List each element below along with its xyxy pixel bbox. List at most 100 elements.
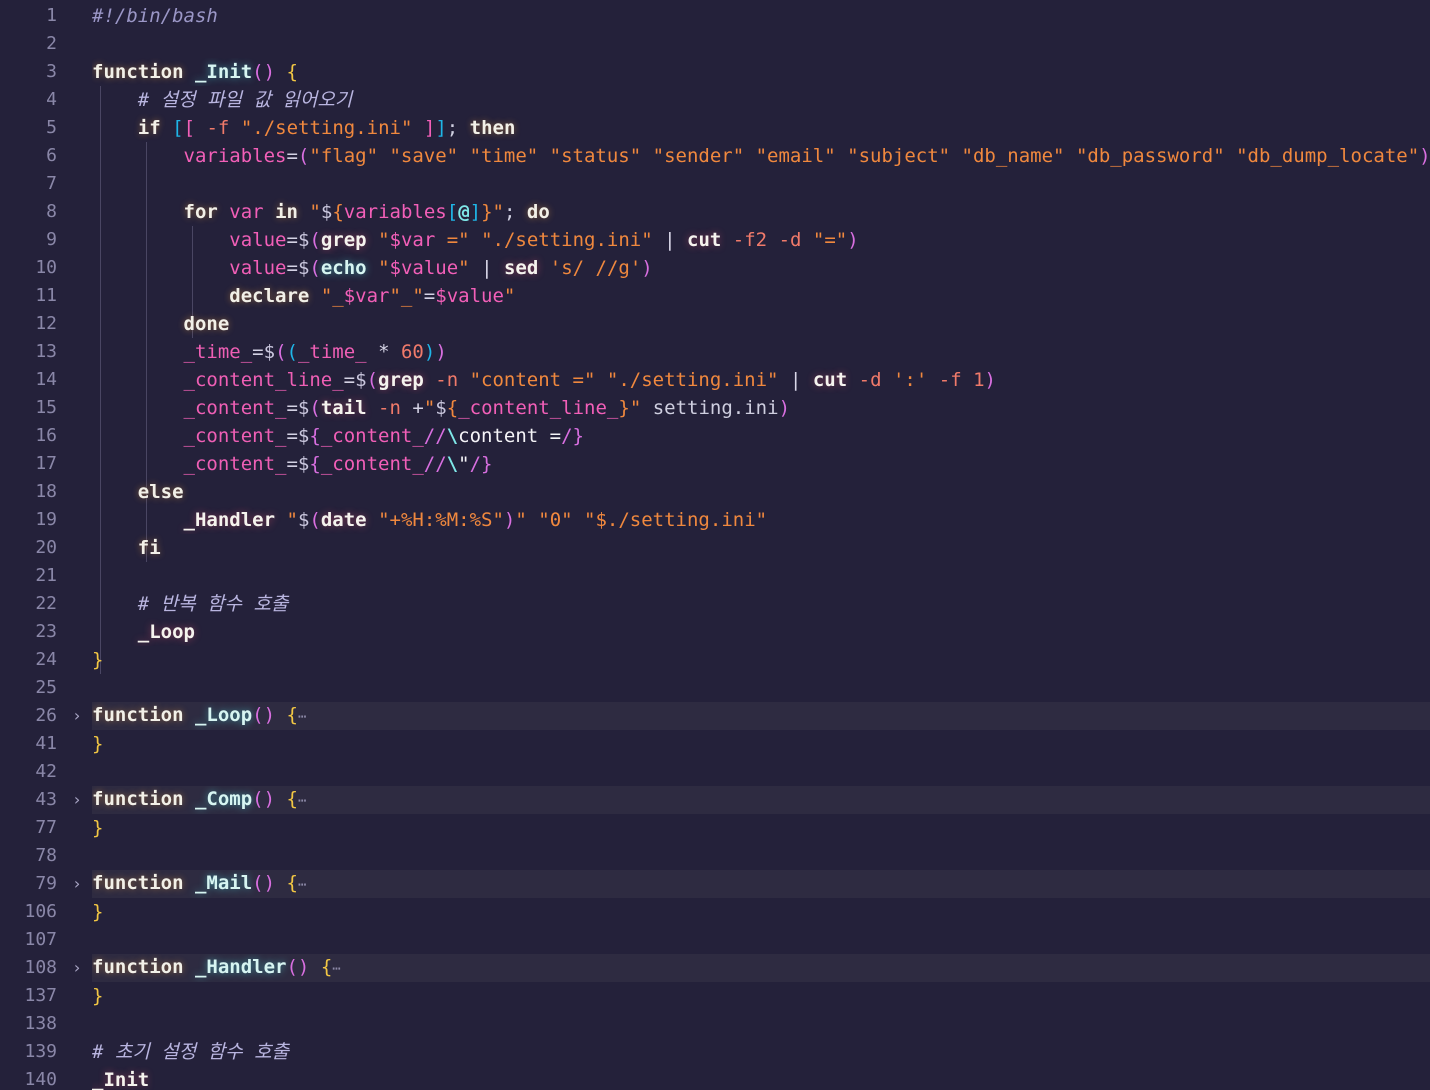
code-line[interactable]: 106 } — [0, 898, 1430, 926]
code-line[interactable]: 9 value=$(grep "$var =" "./setting.ini" … — [0, 226, 1430, 254]
code-line[interactable]: 11 declare "_$var"_"=$value" — [0, 282, 1430, 310]
fold-chevron-icon[interactable]: › — [62, 954, 92, 982]
line-content[interactable]: variables=("flag" "save" "time" "status"… — [92, 142, 1430, 170]
line-content[interactable]: function _Mail() {⋯ — [92, 870, 1430, 898]
code-line[interactable]: 20 fi — [0, 534, 1430, 562]
line-number: 13 — [35, 341, 57, 362]
line-content[interactable]: value=$(grep "$var =" "./setting.ini" | … — [92, 226, 1430, 254]
code-line[interactable]: 78 — [0, 842, 1430, 870]
fold-chevron-icon[interactable]: › — [62, 702, 92, 730]
line-content[interactable]: _content_=$(tail -n +"${_content_line_}"… — [92, 394, 1430, 422]
line-content[interactable]: _content_=${_content_//\content =/} — [92, 422, 1430, 450]
code-line[interactable]: 4 # 설정 파일 값 읽어오기 — [0, 86, 1430, 114]
code-line[interactable]: 15 _content_=$(tail -n +"${_content_line… — [0, 394, 1430, 422]
line-content[interactable] — [92, 562, 1430, 590]
code-line[interactable]: 137 } — [0, 982, 1430, 1010]
function-name-mail: _Mail — [194, 872, 253, 894]
line-content[interactable]: } — [92, 730, 1430, 758]
line-content[interactable] — [92, 1010, 1430, 1038]
line-content[interactable]: function _Comp() {⋯ — [92, 786, 1430, 814]
line-number: 140 — [24, 1069, 57, 1090]
code-line[interactable]: 24 } — [0, 646, 1430, 674]
fold-ellipsis-icon[interactable]: ⋯ — [298, 793, 307, 809]
line-number: 17 — [35, 453, 57, 474]
line-number: 138 — [24, 1013, 57, 1034]
code-line[interactable]: 7 — [0, 170, 1430, 198]
code-line[interactable]: 14 _content_line_=$(grep -n "content =" … — [0, 366, 1430, 394]
line-content[interactable]: for var in "${variables[@]}"; do — [92, 198, 1430, 226]
line-number: 16 — [35, 425, 57, 446]
line-content[interactable] — [92, 758, 1430, 786]
line-content[interactable]: _Init — [92, 1066, 1430, 1090]
code-line[interactable]: 140 _Init — [0, 1066, 1430, 1090]
code-line[interactable]: 41 } — [0, 730, 1430, 758]
code-line[interactable]: 23 _Loop — [0, 618, 1430, 646]
line-content[interactable] — [92, 926, 1430, 954]
code-line[interactable]: 2 — [0, 30, 1430, 58]
code-line[interactable]: 139 # 초기 설정 함수 호출 — [0, 1038, 1430, 1066]
code-line-folded[interactable]: 43 › function _Comp() {⋯ — [0, 786, 1430, 814]
line-content[interactable]: function _Init() { — [92, 58, 1430, 86]
code-line[interactable]: 13 _time_=$((_time_ * 60)) — [0, 338, 1430, 366]
comment-loop-call: # 반복 함수 호출 — [137, 593, 289, 615]
line-content[interactable]: function _Handler() {⋯ — [92, 954, 1430, 982]
line-content[interactable]: if [[ -f "./setting.ini" ]]; then — [92, 114, 1430, 142]
fold-ellipsis-icon[interactable]: ⋯ — [298, 877, 307, 893]
line-content[interactable]: _Loop — [92, 618, 1430, 646]
line-content[interactable]: _content_=${_content_//\"/} — [92, 450, 1430, 478]
line-content[interactable]: function _Loop() {⋯ — [92, 702, 1430, 730]
line-content[interactable] — [92, 170, 1430, 198]
line-content[interactable]: value=$(echo "$value" | sed 's/ //g') — [92, 254, 1430, 282]
code-line[interactable]: 12 done — [0, 310, 1430, 338]
code-line[interactable]: 16 _content_=${_content_//\content =/} — [0, 422, 1430, 450]
line-content[interactable]: } — [92, 982, 1430, 1010]
code-line[interactable]: 10 value=$(echo "$value" | sed 's/ //g') — [0, 254, 1430, 282]
comment-init-call: # 초기 설정 함수 호출 — [92, 1041, 290, 1063]
line-content[interactable]: # 초기 설정 함수 호출 — [92, 1038, 1430, 1066]
code-line[interactable]: 138 — [0, 1010, 1430, 1038]
line-content[interactable]: } — [92, 646, 1430, 674]
line-content[interactable]: # 반복 함수 호출 — [92, 590, 1430, 618]
line-content[interactable]: _Handler "$(date "+%H:%M:%S")" "0" "$./s… — [92, 506, 1430, 534]
code-line[interactable]: 77 } — [0, 814, 1430, 842]
code-line[interactable]: 18 else — [0, 478, 1430, 506]
code-line[interactable]: 21 — [0, 562, 1430, 590]
code-line[interactable]: 5 if [[ -f "./setting.ini" ]]; then — [0, 114, 1430, 142]
line-number: 12 — [35, 313, 57, 334]
line-content[interactable]: else — [92, 478, 1430, 506]
line-content[interactable]: # 설정 파일 값 읽어오기 — [92, 86, 1430, 114]
fold-chevron-icon[interactable]: › — [62, 870, 92, 898]
fold-chevron-icon[interactable]: › — [62, 786, 92, 814]
code-line[interactable]: 42 — [0, 758, 1430, 786]
code-line[interactable]: 3 function _Init() { — [0, 58, 1430, 86]
line-content[interactable]: done — [92, 310, 1430, 338]
line-content[interactable]: fi — [92, 534, 1430, 562]
code-editor[interactable]: 1 #!/bin/bash 2 3 function _Init() { 4 #… — [0, 0, 1430, 1090]
code-line[interactable]: 6 variables=("flag" "save" "time" "statu… — [0, 142, 1430, 170]
line-content[interactable]: _content_line_=$(grep -n "content =" "./… — [92, 366, 1430, 394]
code-line[interactable]: 8 for var in "${variables[@]}"; do — [0, 198, 1430, 226]
line-content[interactable]: #!/bin/bash — [92, 2, 1430, 30]
line-content[interactable]: _time_=$((_time_ * 60)) — [92, 338, 1430, 366]
line-content[interactable]: declare "_$var"_"=$value" — [92, 282, 1430, 310]
code-line[interactable]: 17 _content_=${_content_//\"/} — [0, 450, 1430, 478]
code-line[interactable]: 22 # 반복 함수 호출 — [0, 590, 1430, 618]
code-line-folded[interactable]: 26 › function _Loop() {⋯ — [0, 702, 1430, 730]
code-line-folded[interactable]: 108 › function _Handler() {⋯ — [0, 954, 1430, 982]
line-content[interactable] — [92, 674, 1430, 702]
line-content[interactable]: } — [92, 898, 1430, 926]
fold-ellipsis-icon[interactable]: ⋯ — [298, 709, 307, 725]
code-line[interactable]: 25 — [0, 674, 1430, 702]
line-number: 8 — [46, 201, 57, 222]
line-number: 5 — [46, 117, 57, 138]
line-content[interactable]: } — [92, 814, 1430, 842]
code-line-folded[interactable]: 79 › function _Mail() {⋯ — [0, 870, 1430, 898]
line-content[interactable] — [92, 842, 1430, 870]
code-line[interactable]: 107 — [0, 926, 1430, 954]
code-line[interactable]: 1 #!/bin/bash — [0, 2, 1430, 30]
line-content[interactable] — [92, 30, 1430, 58]
fold-ellipsis-icon[interactable]: ⋯ — [332, 961, 341, 977]
code-line[interactable]: 19 _Handler "$(date "+%H:%M:%S")" "0" "$… — [0, 506, 1430, 534]
line-number: 43 — [35, 789, 57, 810]
line-number: 7 — [46, 173, 57, 194]
